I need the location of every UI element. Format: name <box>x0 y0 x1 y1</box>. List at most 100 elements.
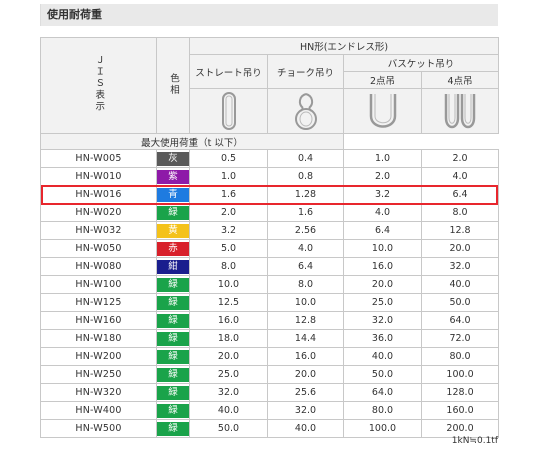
two-point-load: 36.0 <box>343 329 422 348</box>
two-point-load: 20.0 <box>343 275 422 294</box>
color-swatch: 紫 <box>157 169 189 184</box>
choke-header: チョーク吊り <box>267 54 344 89</box>
two-point-load: 16.0 <box>343 257 422 276</box>
choke-load: 16.0 <box>267 347 344 366</box>
choke-load: 0.4 <box>267 149 344 168</box>
choke-sling-icon <box>267 88 344 134</box>
two-point-load: 4.0 <box>343 203 422 222</box>
color-swatch: 灰 <box>157 151 189 166</box>
jis-code: HN-W010 <box>40 167 157 186</box>
color-swatch: 緑 <box>157 313 189 328</box>
jis-code: HN-W100 <box>40 275 157 294</box>
color-swatch: 紺 <box>157 259 189 274</box>
straight-load: 5.0 <box>189 239 268 258</box>
choke-load: 32.0 <box>267 401 344 420</box>
jis-code: HN-W250 <box>40 365 157 384</box>
choke-load: 0.8 <box>267 167 344 186</box>
four-point-load: 8.0 <box>420 203 500 222</box>
two-point-load: 80.0 <box>343 401 422 420</box>
straight-load: 3.2 <box>189 221 268 240</box>
two-point-sling-icon <box>343 88 422 134</box>
jis-code: HN-W160 <box>40 311 157 330</box>
table-row: HN-W180 緑 18.0 14.4 36.0 72.0 <box>40 329 500 348</box>
table-row: HN-W200 緑 20.0 16.0 40.0 80.0 <box>40 347 500 366</box>
two-point-load: 50.0 <box>343 365 422 384</box>
four-point-load: 4.0 <box>420 167 500 186</box>
four-point-sling-icon <box>420 88 500 134</box>
color-swatch: 緑 <box>157 403 189 418</box>
table-row: HN-W320 緑 32.0 25.6 64.0 128.0 <box>40 383 500 402</box>
straight-load: 12.5 <box>189 293 268 312</box>
two-point-load: 100.0 <box>343 419 422 438</box>
two-point-load: 3.2 <box>343 185 422 204</box>
two-point-load: 10.0 <box>343 239 422 258</box>
choke-load: 40.0 <box>267 419 344 438</box>
straight-load: 18.0 <box>189 329 268 348</box>
table-row: HN-W160 緑 16.0 12.8 32.0 64.0 <box>40 311 500 330</box>
hn-type-header: HN形(エンドレス形) <box>188 37 500 55</box>
color-cell: 緑 <box>156 401 190 420</box>
table-row: HN-W005 灰 0.5 0.4 1.0 2.0 <box>40 149 500 168</box>
straight-header: ストレート吊り <box>189 54 268 89</box>
choke-load: 1.28 <box>267 185 344 204</box>
straight-load: 32.0 <box>189 383 268 402</box>
jis-code: HN-W032 <box>40 221 157 240</box>
color-cell: 紫 <box>156 167 190 186</box>
max-load-header: 最大使用荷重（t 以下） <box>40 133 344 150</box>
four-point-load: 72.0 <box>420 329 500 348</box>
two-point-load: 6.4 <box>343 221 422 240</box>
table-row: HN-W010 紫 1.0 0.8 2.0 4.0 <box>40 167 500 186</box>
color-cell: 紺 <box>156 257 190 276</box>
table-row: HN-W125 緑 12.5 10.0 25.0 50.0 <box>40 293 500 312</box>
choke-load: 8.0 <box>267 275 344 294</box>
table-row: HN-W500 緑 50.0 40.0 100.0 200.0 <box>40 419 500 438</box>
color-swatch: 黄 <box>157 223 189 238</box>
color-swatch: 緑 <box>157 331 189 346</box>
jis-code: HN-W400 <box>40 401 157 420</box>
four-point-load: 12.8 <box>420 221 500 240</box>
choke-load: 25.6 <box>267 383 344 402</box>
basket-header: バスケット吊り <box>342 54 500 72</box>
table-row: HN-W020 緑 2.0 1.6 4.0 8.0 <box>40 203 500 222</box>
straight-load: 50.0 <box>189 419 268 438</box>
four-point-load: 32.0 <box>420 257 500 276</box>
color-swatch: 青 <box>157 187 189 202</box>
four-point-load: 200.0 <box>420 419 500 438</box>
straight-load: 1.0 <box>189 167 268 186</box>
table-row: HN-W032 黄 3.2 2.56 6.4 12.8 <box>40 221 500 240</box>
color-cell: 黄 <box>156 221 190 240</box>
four-point-load: 100.0 <box>420 365 500 384</box>
color-cell: 緑 <box>156 383 190 402</box>
choke-load: 2.56 <box>267 221 344 240</box>
color-swatch: 緑 <box>157 349 189 364</box>
color-cell: 緑 <box>156 419 190 438</box>
straight-load: 40.0 <box>189 401 268 420</box>
two-point-load: 64.0 <box>343 383 422 402</box>
two-point-header: 2点吊 <box>343 71 422 89</box>
four-point-header: 4点吊 <box>420 71 500 89</box>
table-row: HN-W080 紺 8.0 6.4 16.0 32.0 <box>40 257 500 276</box>
jis-code: HN-W016 <box>40 185 157 204</box>
color-cell: 青 <box>156 185 190 204</box>
four-point-load: 20.0 <box>420 239 500 258</box>
choke-load: 1.6 <box>267 203 344 222</box>
four-point-load: 64.0 <box>420 311 500 330</box>
jis-code: HN-W005 <box>40 149 157 168</box>
four-point-load: 128.0 <box>420 383 500 402</box>
straight-load: 2.0 <box>189 203 268 222</box>
two-point-load: 32.0 <box>343 311 422 330</box>
unit-note: 1kN≒0.1tf <box>451 436 498 446</box>
straight-load: 20.0 <box>189 347 268 366</box>
color-cell: 緑 <box>156 203 190 222</box>
color-cell: 緑 <box>156 275 190 294</box>
four-point-load: 6.4 <box>420 185 500 204</box>
jis-code: HN-W050 <box>40 239 157 258</box>
color-swatch: 緑 <box>157 421 189 436</box>
two-point-load: 2.0 <box>343 167 422 186</box>
four-point-load: 40.0 <box>420 275 500 294</box>
jis-code: HN-W080 <box>40 257 157 276</box>
choke-load: 20.0 <box>267 365 344 384</box>
color-cell: 灰 <box>156 149 190 168</box>
load-table: ＪＩＳ表示 色相 HN形(エンドレス形) ストレート吊り チョーク吊り バスケッ… <box>40 37 500 438</box>
table-row: HN-W100 緑 10.0 8.0 20.0 40.0 <box>40 275 500 294</box>
